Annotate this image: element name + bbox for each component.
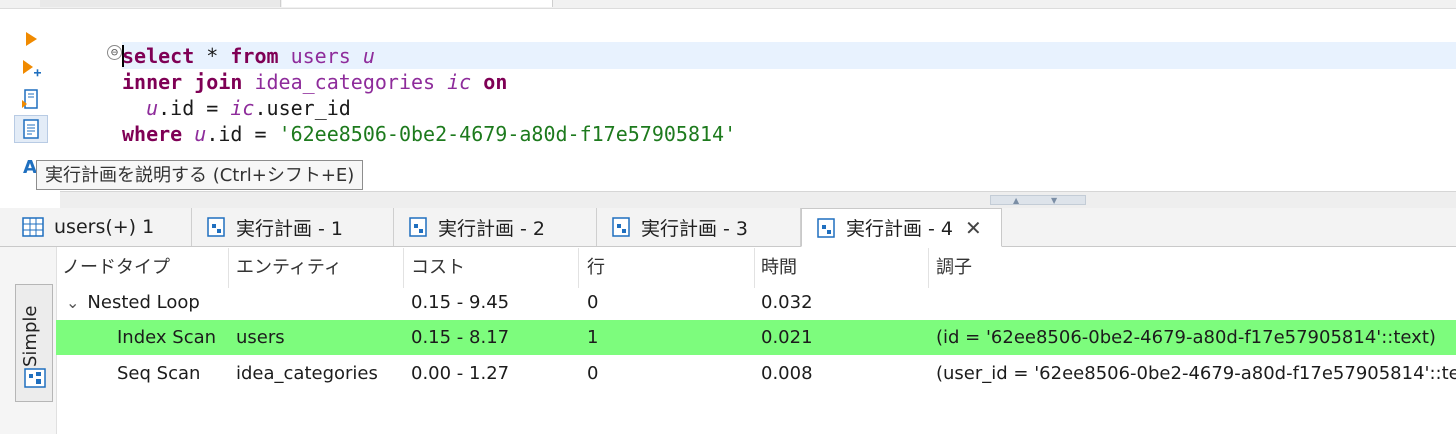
sql-line-1[interactable]: select * from users u	[122, 43, 375, 69]
sql-line-2[interactable]: inner join idea_categories ic on	[122, 69, 507, 95]
tab-users-results[interactable]: users(+) 1	[8, 208, 192, 246]
svg-text:A: A	[23, 157, 37, 178]
sql-line-4[interactable]: where u.id = '62ee8506-0be2-4679-a80d-f1…	[122, 121, 736, 147]
table-name: users	[290, 44, 351, 68]
column-separator[interactable]	[928, 248, 929, 288]
node-type-cell: ⌄ Nested Loop	[66, 285, 200, 320]
table-alias: u	[146, 96, 159, 120]
string-literal: '62ee8506-0be2-4679-a80d-f17e57905814'	[278, 122, 737, 146]
editor-tab-current[interactable]	[282, 0, 553, 7]
column-ref: .id =	[158, 96, 231, 120]
column-header[interactable]: 時間	[761, 248, 797, 288]
column-separator[interactable]	[578, 248, 579, 288]
panel-splitter[interactable]	[60, 191, 1456, 208]
keyword-inner-join: inner join	[122, 70, 243, 94]
explain-plan-button[interactable]	[14, 115, 48, 143]
column-ref: .id =	[206, 122, 279, 146]
explain-plan-icon	[817, 217, 835, 238]
sash-handle[interactable]: ▲ ▼	[990, 195, 1086, 205]
condition-cell: (user_id = '62ee8506-0be2-4679-a80d-f17e…	[936, 363, 1456, 384]
column-header[interactable]: ノードタイプ	[62, 248, 170, 288]
explain-plan-icon	[207, 217, 225, 237]
column-header[interactable]: 行	[587, 248, 605, 288]
fold-toggle-icon[interactable]: ⊖	[107, 45, 122, 60]
column-header[interactable]: エンティティ	[236, 248, 342, 288]
sql-star: *	[194, 44, 231, 68]
tab-explain-plan-3[interactable]: 実行計画 - 3	[597, 208, 801, 246]
table-alias: ic	[230, 96, 255, 120]
keyword-from: from	[230, 44, 279, 68]
entity-cell: idea_categories	[236, 363, 378, 384]
tab-label: 実行計画 - 1	[236, 217, 344, 240]
column-separator[interactable]	[754, 248, 755, 288]
table-grid-icon	[22, 217, 44, 237]
column-header[interactable]: コスト	[411, 248, 465, 288]
chevron-down-icon[interactable]: ▼	[1051, 197, 1057, 205]
keyword-where: where	[122, 122, 183, 146]
tab-label: 実行計画 - 3	[641, 217, 749, 240]
rows-cell: 0	[587, 292, 599, 313]
node-type-cell: Seq Scan	[117, 363, 201, 384]
tab-explain-plan-4[interactable]: 実行計画 - 4 ✕	[801, 208, 1002, 247]
results-tab-bar: users(+) 1 実行計画 - 1 実行計画 - 2 実行計画 - 3 実行…	[0, 208, 1456, 247]
condition-cell: (id = '62ee8506-0be2-4679-a80d-f17e57905…	[936, 327, 1436, 348]
table-row[interactable]: ⌄ Nested Loop 0.15 - 9.45 0 0.032	[56, 285, 1456, 320]
simple-view-toggle[interactable]: Simple	[15, 284, 53, 402]
tab-explain-plan-2[interactable]: 実行計画 - 2	[394, 208, 597, 246]
tab-label: users(+) 1	[54, 216, 155, 238]
cost-cell: 0.00 - 1.27	[411, 363, 510, 384]
cost-cell: 0.15 - 8.17	[411, 327, 510, 348]
keyword-on: on	[483, 70, 508, 94]
execute-statement-button[interactable]	[14, 25, 48, 53]
table-alias: ic	[447, 70, 472, 94]
cost-cell: 0.15 - 9.45	[411, 292, 510, 313]
play-icon	[26, 32, 37, 46]
table-row[interactable]: Seq Scan idea_categories 0.00 - 1.27 0 0…	[56, 356, 1456, 391]
tab-label: 実行計画 - 2	[438, 217, 546, 240]
tab-explain-plan-1[interactable]: 実行計画 - 1	[192, 208, 394, 246]
table-row-selected[interactable]: Index Scan users 0.15 - 8.17 1 0.021 (id…	[56, 320, 1456, 355]
time-cell: 0.032	[761, 292, 813, 313]
diagram-view-icon[interactable]	[24, 367, 46, 389]
editor-tab-strip	[0, 0, 1456, 9]
script-icon	[22, 89, 38, 109]
chevron-down-icon[interactable]: ⌄	[66, 285, 79, 320]
editor-tab-previous[interactable]	[40, 0, 281, 7]
column-separator[interactable]	[403, 248, 404, 288]
table-header-row: ノードタイプ エンティティ コスト 行 時間 調子	[56, 248, 1456, 288]
explain-plan-tooltip: 実行計画を説明する (Ctrl+シフト+E)	[36, 160, 364, 190]
tab-label: 実行計画 - 4	[846, 218, 954, 240]
play-plus-icon	[23, 60, 41, 77]
simple-view-label: Simple	[20, 305, 41, 367]
sql-line-3[interactable]: u.id = ic.user_id	[122, 95, 351, 121]
keyword-select: select	[122, 44, 195, 68]
time-cell: 0.021	[761, 327, 813, 348]
table-alias: u	[194, 122, 207, 146]
execute-in-new-tab-button[interactable]	[14, 55, 48, 83]
table-alias: u	[362, 44, 375, 68]
chevron-up-icon[interactable]: ▲	[1013, 197, 1019, 205]
explain-plan-icon	[612, 217, 630, 237]
execute-script-button[interactable]	[14, 85, 48, 113]
rows-cell: 0	[587, 363, 599, 384]
time-cell: 0.008	[761, 363, 813, 384]
column-ref: .user_id	[254, 96, 351, 120]
rows-cell: 1	[587, 327, 599, 348]
close-icon[interactable]: ✕	[965, 216, 982, 240]
column-separator[interactable]	[228, 248, 229, 288]
entity-cell: users	[236, 327, 285, 348]
node-type: Nested Loop	[87, 292, 200, 313]
table-name: idea_categories	[254, 70, 436, 94]
explain-plan-icon	[409, 217, 427, 237]
explain-plan-icon	[23, 119, 39, 139]
column-header[interactable]: 調子	[936, 248, 972, 288]
node-type-cell: Index Scan	[117, 327, 217, 348]
